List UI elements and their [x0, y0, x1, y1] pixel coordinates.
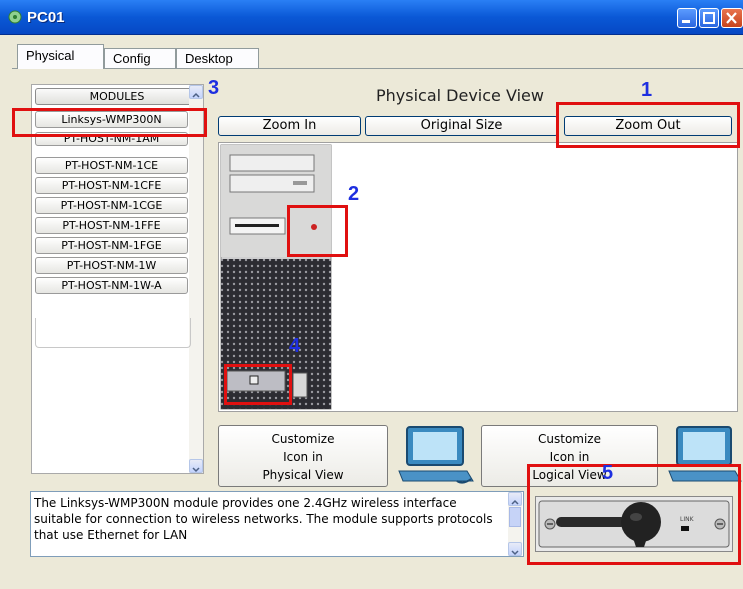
annotation-marker-4: 4 [289, 335, 301, 357]
minimize-button[interactable] [677, 8, 697, 28]
highlight-box-3 [12, 108, 207, 137]
highlight-box-5 [527, 464, 741, 565]
tab-config[interactable]: Config [104, 48, 176, 68]
desc-scroll-down-arrow[interactable] [508, 542, 522, 556]
chevron-down-icon [511, 550, 519, 556]
customize-physical-line-2: Icon in [283, 450, 323, 464]
description-scrollbar[interactable] [508, 492, 522, 556]
device-view-title: Physical Device View [376, 86, 544, 105]
desc-scroll-thumb[interactable] [509, 507, 521, 527]
device-view-area [218, 142, 738, 412]
pc-physical-icon [398, 426, 474, 484]
annotation-marker-3: 3 [208, 77, 220, 99]
close-button[interactable] [721, 8, 743, 28]
maximize-icon [703, 12, 715, 24]
module-description-text: The Linksys-WMP300N module provides one … [34, 496, 493, 542]
desc-scroll-up-arrow[interactable] [508, 492, 522, 506]
title-bar: PC01 [0, 0, 743, 35]
highlight-box-2 [287, 205, 348, 257]
minimize-icon [682, 20, 690, 23]
module-item-nm-1fge[interactable]: PT-HOST-NM-1FGE [35, 237, 188, 254]
annotation-marker-1: 1 [641, 79, 653, 101]
customize-physical-line-3: Physical View [262, 468, 344, 482]
tab-bar: Physical Config Desktop [0, 36, 743, 69]
module-item-nm-1cge[interactable]: PT-HOST-NM-1CGE [35, 197, 188, 214]
customize-physical-line-1: Customize [271, 432, 335, 446]
close-icon [726, 12, 737, 24]
module-description: The Linksys-WMP300N module provides one … [30, 491, 524, 557]
chevron-up-icon [192, 92, 200, 98]
pc-tower-image [220, 144, 332, 410]
highlight-box-4 [224, 364, 292, 405]
modules-header: MODULES [35, 88, 199, 105]
chevron-down-icon [192, 467, 200, 473]
module-item-nm-1w[interactable]: PT-HOST-NM-1W [35, 257, 188, 274]
module-item-nm-1w-a[interactable]: PT-HOST-NM-1W-A [35, 277, 188, 294]
maximize-button[interactable] [699, 8, 719, 28]
module-item-nm-1ce[interactable]: PT-HOST-NM-1CE [35, 157, 188, 174]
module-item-nm-1ffe[interactable]: PT-HOST-NM-1FFE [35, 217, 188, 234]
customize-physical-button[interactable]: Customize Icon in Physical View [218, 425, 388, 487]
module-item-nm-1cfe[interactable]: PT-HOST-NM-1CFE [35, 177, 188, 194]
tab-desktop[interactable]: Desktop [176, 48, 259, 68]
highlight-box-1 [556, 102, 740, 148]
zoom-in-button[interactable]: Zoom In [218, 116, 361, 136]
window-title: PC01 [27, 9, 65, 26]
annotation-marker-2: 2 [348, 183, 360, 205]
module-empty-slot [35, 318, 191, 348]
scroll-down-arrow[interactable] [189, 459, 203, 473]
scroll-up-arrow[interactable] [189, 85, 203, 99]
customize-logical-line-1: Customize [538, 432, 601, 446]
annotation-marker-5: 5 [602, 462, 614, 484]
tab-physical[interactable]: Physical [17, 44, 104, 69]
pc-icon [8, 10, 22, 24]
modules-scrollbar[interactable] [189, 85, 203, 473]
original-size-button[interactable]: Original Size [365, 116, 558, 136]
